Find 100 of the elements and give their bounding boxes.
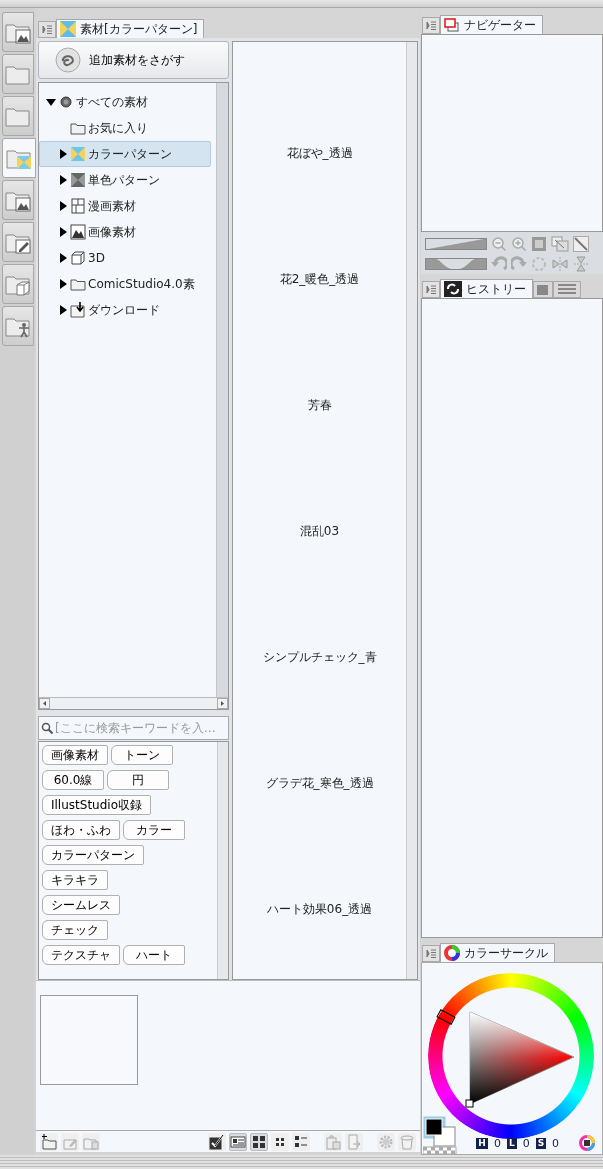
- color-triangle[interactable]: [469, 1011, 575, 1105]
- zoom-in-icon[interactable]: [511, 236, 528, 252]
- tab-title: ヒストリー: [466, 281, 527, 297]
- layer-tab-icon[interactable]: [533, 281, 554, 298]
- panel-tab[interactable]: カラーサークル: [440, 943, 556, 962]
- tag-chip[interactable]: テクスチャ: [42, 944, 120, 965]
- expand-arrow-icon[interactable]: [58, 304, 68, 315]
- tree-item-label: ダウンロード: [88, 302, 160, 318]
- tree-item[interactable]: 単色パターン: [39, 166, 211, 193]
- tag-scrollbar[interactable]: [217, 741, 228, 979]
- tag-chip[interactable]: キラキラ: [42, 869, 108, 890]
- tag-chip[interactable]: カラー: [123, 819, 185, 840]
- list-view-icon: [293, 1133, 310, 1150]
- tag-chip[interactable]: ハート: [123, 944, 185, 965]
- material-folder-tab[interactable]: [2, 12, 34, 52]
- material-name[interactable]: 混乱03: [233, 420, 406, 546]
- tree-item-label: お気に入り: [88, 120, 148, 136]
- panel-menu-icon[interactable]: [422, 17, 441, 34]
- channel-label: H: [476, 1138, 488, 1150]
- tag-chip[interactable]: 円: [107, 769, 169, 790]
- rotation-wave-icon[interactable]: [425, 258, 488, 270]
- detail-view-button[interactable]: [229, 1132, 248, 1151]
- collapse-arrow-icon[interactable]: [46, 96, 56, 107]
- search-field[interactable]: [ここに検索キーワードを入…: [38, 715, 229, 740]
- tree-item[interactable]: ComicStudio4.0素: [39, 270, 211, 297]
- fit-window-icon[interactable]: [551, 236, 570, 252]
- channel-label: S: [535, 1138, 547, 1150]
- edit-button[interactable]: [61, 1132, 79, 1151]
- material-folder-tab[interactable]: [2, 180, 34, 220]
- tree-item[interactable]: 3D: [39, 244, 211, 271]
- delete-button[interactable]: [82, 1132, 100, 1151]
- paste-button[interactable]: [324, 1132, 343, 1151]
- fit-screen-icon[interactable]: [531, 236, 548, 252]
- tree-item[interactable]: 画像素材: [39, 218, 211, 245]
- material-name[interactable]: 花ぼや_透過: [233, 42, 406, 168]
- tree-item-label: 単色パターン: [88, 172, 160, 188]
- expand-arrow-icon[interactable]: [58, 278, 68, 289]
- panel-menu-icon[interactable]: [38, 21, 56, 38]
- flip-horizontal-icon[interactable]: [551, 256, 570, 272]
- material-scrollbar[interactable]: [406, 42, 417, 979]
- image-icon: [70, 223, 86, 240]
- material-name[interactable]: 花2_暖色_透過: [233, 168, 406, 294]
- list-view-button[interactable]: [292, 1132, 311, 1151]
- pattern-icon: [70, 145, 86, 162]
- tab-title: カラーサークル: [464, 945, 549, 961]
- tree-item-label: ComicStudio4.0素: [88, 276, 195, 292]
- color-marker[interactable]: [465, 1099, 474, 1108]
- tree-item[interactable]: お気に入り: [39, 114, 211, 141]
- expand-arrow-icon[interactable]: [58, 226, 68, 237]
- expand-arrow-icon[interactable]: [58, 200, 68, 211]
- tag-chip[interactable]: ほわ・ふわ: [42, 819, 120, 840]
- tag-chip[interactable]: 60.0線: [42, 769, 104, 790]
- material-name[interactable]: ハート効果06_透過: [233, 798, 406, 924]
- material-folder-tab[interactable]: [2, 222, 34, 262]
- show-checkbox-button[interactable]: [208, 1132, 227, 1151]
- material-name[interactable]: シンプルチェック_青: [233, 546, 406, 672]
- history-icon: [444, 281, 463, 297]
- material-name[interactable]: 芳春: [233, 294, 406, 420]
- scroll-left-icon[interactable]: [39, 697, 50, 709]
- hue-marker[interactable]: [436, 1009, 456, 1025]
- tag-chip[interactable]: チェック: [42, 919, 108, 940]
- panel-menu-icon[interactable]: [422, 945, 441, 962]
- expand-arrow-icon[interactable]: [58, 148, 68, 159]
- tree-item-label: すべての素材: [76, 94, 148, 110]
- horizontal-scrollbar[interactable]: [39, 696, 228, 709]
- tree-item[interactable]: ダウンロード: [39, 296, 211, 323]
- panel-menu-icon[interactable]: [422, 281, 441, 298]
- search-icon: [41, 721, 53, 734]
- panel-tab[interactable]: ナビゲーター: [440, 15, 544, 34]
- tag-chip[interactable]: IllustStudio収録: [42, 794, 151, 815]
- panel-tab[interactable]: 素材[カラーパターン]: [56, 19, 205, 38]
- settings-button[interactable]: [377, 1132, 396, 1151]
- tag-chip[interactable]: 画像素材: [42, 744, 108, 765]
- material-folder-tab[interactable]: [2, 306, 34, 346]
- flip-vertical-icon[interactable]: [573, 256, 590, 272]
- tree-item[interactable]: 漫画素材: [39, 192, 211, 219]
- expand-arrow-icon[interactable]: [58, 252, 68, 263]
- trash-button[interactable]: [398, 1132, 417, 1151]
- find-materials-button[interactable]: 追加素材をさがす: [38, 41, 229, 79]
- tag-chip[interactable]: カラーパターン: [42, 844, 144, 865]
- large-view-button[interactable]: [250, 1132, 269, 1151]
- new-folder-button[interactable]: [40, 1132, 58, 1151]
- actual-size-icon[interactable]: [573, 236, 590, 252]
- export-button[interactable]: [345, 1132, 364, 1151]
- color-swatches-icon[interactable]: [423, 1116, 458, 1154]
- zoom-ramp-icon[interactable]: [425, 238, 488, 250]
- zoom-out-icon[interactable]: [491, 236, 508, 252]
- tree-item-label: 3D: [88, 250, 105, 266]
- expand-arrow-icon[interactable]: [58, 174, 68, 185]
- small-view-button[interactable]: [271, 1132, 290, 1151]
- panel-tab[interactable]: ヒストリー: [440, 279, 534, 298]
- material-name[interactable]: グラデ花_寒色_透過: [233, 672, 406, 798]
- scroll-right-icon[interactable]: [217, 697, 228, 709]
- tag-chip[interactable]: シームレス: [42, 894, 120, 915]
- tree-item[interactable]: すべての素材: [39, 88, 211, 115]
- list-tab-icon[interactable]: [553, 281, 582, 298]
- color-mode-icon[interactable]: [579, 1135, 596, 1151]
- tag-chip[interactable]: トーン: [111, 744, 173, 765]
- tree-scrollbar[interactable]: [216, 82, 228, 697]
- tree-item[interactable]: カラーパターン: [39, 140, 211, 167]
